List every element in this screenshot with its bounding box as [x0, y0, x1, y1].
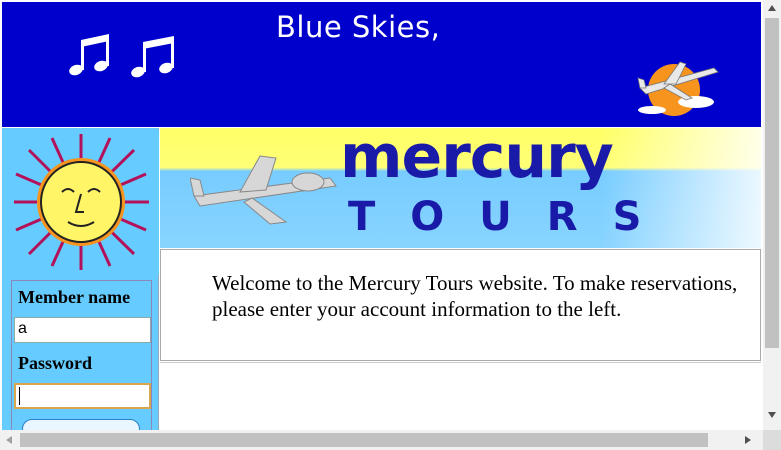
airplane-icon	[190, 155, 337, 225]
login-form: Member name a Password	[11, 280, 152, 443]
mercury-tours-logo: mercury TOURS	[160, 128, 761, 248]
top-banner: Blue Skies,	[2, 2, 761, 127]
horizontal-scrollbar[interactable]	[0, 430, 763, 450]
vertical-scroll-thumb[interactable]	[765, 18, 779, 348]
content-divider	[160, 362, 761, 363]
member-name-label: Member name	[18, 287, 131, 307]
logo-word-tours: TOURS	[348, 194, 677, 240]
scrollbar-corner	[763, 430, 781, 450]
sun-with-airplane-icon	[637, 61, 719, 116]
password-label: Password	[18, 353, 93, 373]
welcome-text: Welcome to the Mercury Tours website. To…	[212, 271, 738, 321]
music-notes-icon	[69, 34, 174, 78]
banner-title: Blue Skies,	[276, 10, 441, 44]
scroll-left-icon[interactable]	[6, 436, 12, 444]
horizontal-scroll-thumb[interactable]	[20, 433, 708, 447]
scroll-right-icon[interactable]	[745, 436, 751, 444]
vertical-scrollbar[interactable]	[763, 0, 781, 430]
member-name-input[interactable]: a	[14, 317, 151, 343]
sun-face-icon	[4, 130, 159, 275]
scroll-down-icon[interactable]	[768, 412, 776, 418]
logo-word-mercury: mercury	[340, 128, 614, 192]
scroll-up-icon[interactable]	[768, 5, 776, 11]
text-caret	[19, 387, 20, 405]
password-input[interactable]	[14, 383, 151, 409]
left-sidebar: Member name a Password	[2, 128, 159, 443]
welcome-panel: Welcome to the Mercury Tours website. To…	[160, 249, 761, 361]
